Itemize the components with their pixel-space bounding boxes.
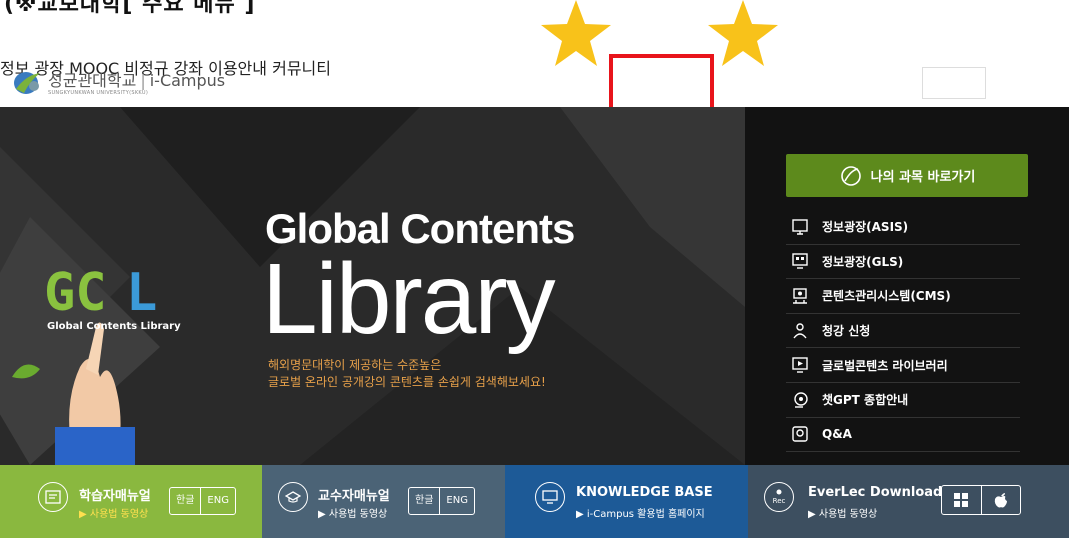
everlec-title[interactable]: EverLec Download	[808, 485, 942, 500]
graduation-cap-icon	[278, 482, 308, 512]
hero-banner: GC L Global Contents Library Global Cont…	[0, 107, 1069, 465]
logo-brand: i-Campus	[149, 71, 226, 90]
hero-subtitle: 글로벌 온라인 공개강의 콘텐츠를 손쉽게 검색해보세요!	[268, 375, 546, 389]
hero-title-large: Library	[262, 243, 556, 355]
knowledge-base-title[interactable]: KNOWLEDGE BASE	[576, 485, 713, 500]
skku-emblem-icon	[12, 69, 44, 95]
student-korean-button[interactable]: 한글	[170, 488, 200, 514]
star-annotation-icon	[708, 0, 778, 66]
knowledge-base-link[interactable]: ▶ i-Campus 활용법 홈페이지	[576, 505, 705, 520]
my-course-button[interactable]: 나의 과목 바로가기	[786, 154, 1028, 197]
professor-lang-toggle: 한글 ENG	[408, 487, 475, 515]
professor-korean-button[interactable]: 한글	[409, 488, 439, 514]
logo-name: 성균관대학교	[48, 71, 137, 90]
menu-item-gcl[interactable]: 글로벌콘텐츠 라이브러리	[786, 348, 1020, 383]
everlec-video-link[interactable]: ▶ 사용법 동영상	[808, 505, 877, 520]
professor-video-link[interactable]: ▶ 사용법 동영상	[318, 505, 387, 520]
top-cropped-heading: (※교보대학[ 주요 메뉴 ]	[4, 0, 256, 14]
ai-head-icon	[790, 390, 810, 410]
student-manual-title[interactable]: 학습자매뉴얼	[79, 485, 151, 504]
student-lang-toggle: 한글 ENG	[169, 487, 236, 515]
menu-item-cms[interactable]: 콘텐츠관리시스템(CMS)	[786, 279, 1020, 314]
rec-icon: Rec	[764, 482, 794, 512]
star-annotation-icon	[541, 0, 611, 66]
menu-item-asis[interactable]: 정보광장(ASIS)	[786, 210, 1020, 245]
nav-community[interactable]: 커뮤니티	[272, 59, 331, 78]
play-monitor-icon	[790, 355, 810, 375]
menu-item-qa[interactable]: Q&A	[786, 418, 1020, 453]
monitor-icon	[790, 217, 810, 237]
windows-icon[interactable]	[942, 486, 981, 514]
manual-book-icon	[38, 482, 68, 512]
quick-menu: 정보광장(ASIS) 정보광장(GLS) 콘텐츠관리시스템(CMS) 청강 신청…	[786, 210, 1020, 453]
professor-english-button[interactable]: ENG	[439, 488, 474, 514]
professor-manual-section: 교수자매뉴얼 ▶ 사용법 동영상 한글 ENG	[262, 465, 505, 538]
student-video-link[interactable]: ▶ 사용법 동영상	[79, 505, 148, 520]
site-logo[interactable]: 성균관대학교 | i-Campus SUNGKYUNKWAN UNIVERSITY(…	[12, 67, 225, 96]
highlight-box	[609, 54, 714, 111]
gcl-emblem: GC L Global Contents Library	[0, 107, 260, 465]
student-manual-section: 학습자매뉴얼 ▶ 사용법 동영상 한글 ENG	[0, 465, 262, 538]
qa-icon	[790, 424, 810, 444]
hero-subtitle: 해외명문대학이 제공하는 수준높은	[268, 358, 442, 372]
bottom-quick-links: 학습자매뉴얼 ▶ 사용법 동영상 한글 ENG 교수자매뉴얼 ▶ 사용법 동영상…	[0, 465, 1069, 538]
grid-monitor-icon	[790, 251, 810, 271]
professor-manual-title[interactable]: 교수자매뉴얼	[318, 485, 390, 504]
search-box[interactable]	[922, 67, 986, 99]
cms-icon	[790, 286, 810, 306]
menu-item-gls[interactable]: 정보광장(GLS)	[786, 245, 1020, 280]
people-icon	[790, 321, 810, 341]
os-download-buttons	[941, 485, 1021, 515]
menu-item-audit[interactable]: 청강 신청	[786, 314, 1020, 349]
svg-text:L: L	[126, 263, 157, 323]
menu-item-chatgpt[interactable]: 챗GPT 종합안내	[786, 383, 1020, 418]
knowledge-base-section[interactable]: KNOWLEDGE BASE ▶ i-Campus 활용법 홈페이지	[505, 465, 748, 538]
gcl-caption: Global Contents Library	[47, 321, 181, 332]
site-header: 성균관대학교 | i-Campus SUNGKYUNKWAN UNIVERSITY(…	[0, 55, 1069, 107]
my-course-label: 나의 과목 바로가기	[870, 170, 976, 185]
apple-icon[interactable]	[980, 486, 1021, 514]
student-english-button[interactable]: ENG	[200, 488, 235, 514]
monitor-icon	[535, 482, 565, 512]
svg-text:GC: GC	[44, 263, 107, 323]
skku-emblem-icon	[840, 165, 861, 186]
